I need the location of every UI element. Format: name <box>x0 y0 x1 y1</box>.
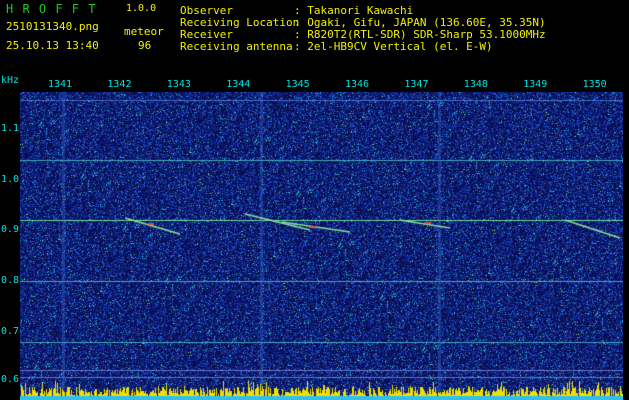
y-tick-label: 1.1 <box>1 123 20 134</box>
app-name: H R O F F T <box>6 2 97 16</box>
y-tick-label: 1.0 <box>1 174 20 185</box>
meteor-count: 96 <box>138 39 152 52</box>
frequency-axis: kHz 1.1 1.0 0.9 0.8 0.7 0.6 <box>0 75 20 400</box>
app-version: 1.0.0 <box>126 3 157 14</box>
x-tick-label: 1350 <box>582 79 607 90</box>
capture-timestamp: 25.10.13 13:40 <box>6 39 99 52</box>
x-tick-label: 1344 <box>226 79 251 90</box>
y-tick-label: 0.9 <box>1 224 20 235</box>
y-tick-label: 0.6 <box>1 374 20 385</box>
hrofft-window: H R O F F T 1.0.0 2510131340.png 25.10.1… <box>0 0 629 400</box>
x-tick-label: 1348 <box>463 79 488 90</box>
antenna-label: Receiving antenna <box>180 40 293 53</box>
time-axis: 1341 1342 1343 1344 1345 1346 1347 1348 1349 1350 <box>20 78 629 92</box>
x-tick-label: 1345 <box>285 79 310 90</box>
x-tick-label: 1342 <box>107 79 132 90</box>
y-tick-label: 0.8 <box>1 275 20 286</box>
antenna-value: : 2el-HB9CV Vertical (el. E-W) <box>294 40 493 53</box>
x-tick-label: 1349 <box>523 79 548 90</box>
image-filename: 2510131340.png <box>6 20 99 33</box>
y-unit-label: kHz <box>1 75 20 86</box>
spectrogram <box>20 92 623 400</box>
x-tick-label: 1347 <box>404 79 429 90</box>
x-tick-label: 1346 <box>345 79 370 90</box>
y-tick-label: 0.7 <box>1 326 20 337</box>
x-tick-label: 1343 <box>166 79 191 90</box>
mode-label: meteor <box>124 25 164 38</box>
x-tick-label: 1341 <box>48 79 73 90</box>
